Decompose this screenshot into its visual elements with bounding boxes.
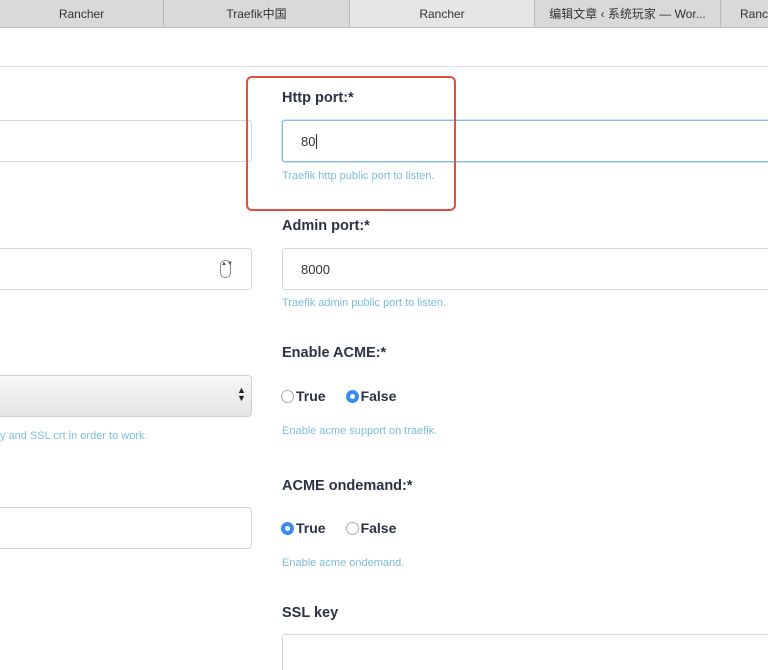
browser-tab-rancher-active[interactable]: Rancher bbox=[349, 0, 534, 27]
left-select[interactable]: ▲▼ bbox=[0, 375, 252, 417]
header-divider bbox=[0, 66, 768, 67]
enable-acme-true-option[interactable]: True bbox=[281, 388, 326, 404]
left-text-input-1[interactable] bbox=[0, 120, 252, 162]
radio-checked-icon[interactable] bbox=[345, 389, 359, 403]
admin-port-input[interactable]: 8000 bbox=[282, 248, 768, 290]
admin-port-help: Traefik admin public port to listen. bbox=[282, 297, 447, 309]
radio-unchecked-icon[interactable] bbox=[345, 521, 359, 535]
enable-acme-label: Enable ACME:* bbox=[282, 345, 387, 361]
enable-acme-radio-group: True False bbox=[281, 388, 416, 404]
enable-acme-false-option[interactable]: False bbox=[345, 388, 396, 404]
acme-ondemand-true-option[interactable]: True bbox=[281, 520, 326, 536]
select-arrows-icon: ▲▼ bbox=[237, 385, 246, 403]
browser-tab-wordpress[interactable]: 编辑文章 ‹ 系统玩家 — Wor... bbox=[534, 0, 720, 27]
enable-acme-help: Enable acme support on traefik. bbox=[282, 425, 438, 437]
left-select-help: y and SSL crt in order to work. bbox=[0, 430, 148, 442]
acme-ondemand-label: ACME ondemand:* bbox=[282, 478, 413, 494]
ssl-key-textarea[interactable] bbox=[282, 634, 768, 670]
admin-port-label: Admin port:* bbox=[282, 218, 370, 234]
ssl-key-label: SSL key bbox=[282, 605, 339, 621]
browser-tab-rancher-1[interactable]: Rancher bbox=[0, 0, 163, 27]
browser-tab-bar: Rancher Traefik中国 Rancher 编辑文章 ‹ 系统玩家 — … bbox=[0, 0, 768, 28]
radio-checked-icon[interactable] bbox=[281, 521, 294, 535]
stepper-arrows-icon[interactable]: ▲▼ bbox=[220, 260, 233, 278]
admin-port-value: 8000 bbox=[301, 261, 330, 277]
browser-tab-traefik[interactable]: Traefik中国 bbox=[163, 0, 349, 27]
acme-ondemand-help: Enable acme ondemand. bbox=[282, 557, 405, 569]
left-text-input-2[interactable] bbox=[0, 507, 252, 549]
radio-unchecked-icon[interactable] bbox=[281, 389, 294, 403]
acme-ondemand-radio-group: True False bbox=[281, 520, 416, 536]
acme-ondemand-false-option[interactable]: False bbox=[345, 520, 396, 536]
left-number-input[interactable]: ▲▼ bbox=[0, 248, 252, 290]
browser-tab-rancher-2[interactable]: Ranch bbox=[720, 0, 768, 27]
highlight-annotation-box bbox=[246, 76, 456, 211]
